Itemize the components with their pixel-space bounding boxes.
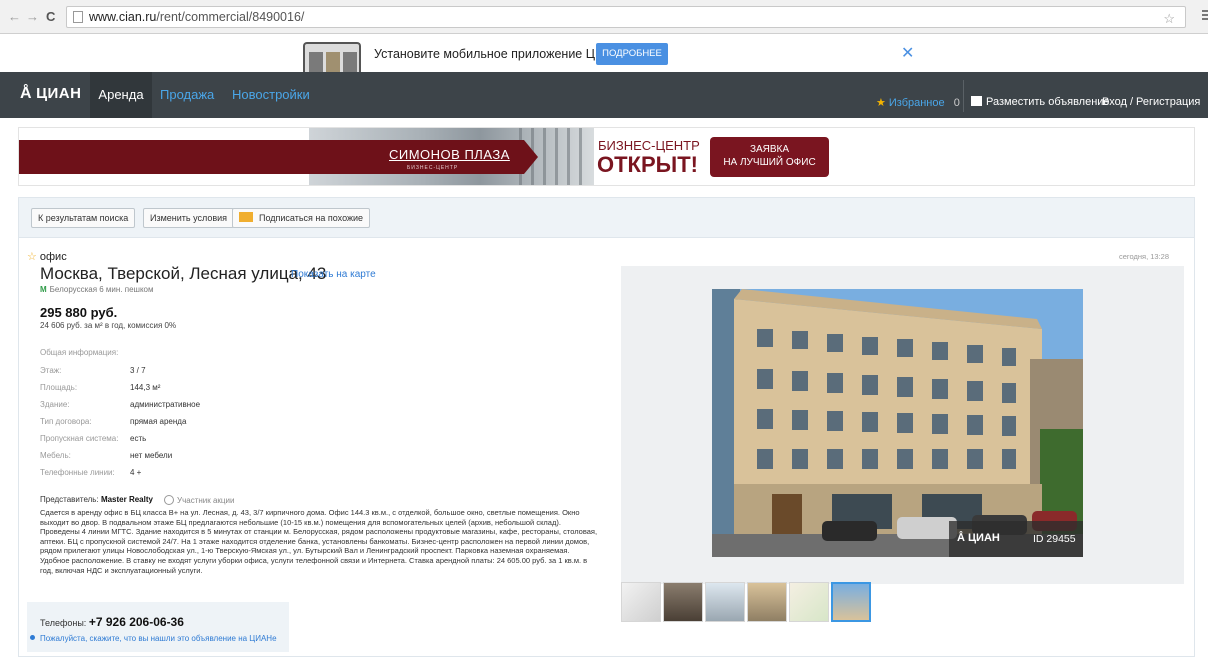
info-header: Общая информация: xyxy=(40,348,119,357)
detail-label: Пропускная система: xyxy=(40,434,119,443)
back-arrow-icon[interactable]: ← xyxy=(8,9,21,24)
detail-value: есть xyxy=(130,434,147,443)
back-to-results-button[interactable]: К результатам поиска xyxy=(31,208,136,228)
listing-price: 295 880 руб. xyxy=(40,305,118,320)
listing-card: К результатам поиска Изменить условия По… xyxy=(18,197,1195,657)
app-promo-text: Установите мобильное приложение ЦИАН xyxy=(374,47,622,61)
post-ad-icon xyxy=(971,96,982,106)
page-icon xyxy=(73,11,83,23)
metro-icon: M xyxy=(40,285,47,294)
browser-toolbar: ← → C www.cian.ru/rent/commercial/849001… xyxy=(0,0,1208,34)
banner-brand-sub: БИЗНЕС-ЦЕНТР xyxy=(407,165,459,171)
detail-value: 144,3 м² xyxy=(130,383,161,392)
detail-value: 3 / 7 xyxy=(130,366,146,375)
browser-menu-icon[interactable] xyxy=(1202,10,1208,22)
show-on-map-link[interactable]: Показать на карте xyxy=(291,269,376,280)
detail-label: Тип договора: xyxy=(40,417,92,426)
detail-label: Телефонные линии: xyxy=(40,468,115,477)
nav-rent[interactable]: Аренда xyxy=(90,72,152,118)
main-photo[interactable]: Å ЦИАН ID 29455 xyxy=(712,289,1083,557)
thumbnail-facade[interactable] xyxy=(747,582,787,622)
subscribe-similar-button[interactable]: Подписаться на похожие xyxy=(232,208,371,228)
listing-price-detail: 24 606 руб. за м² в год, комиссия 0% xyxy=(40,321,177,330)
favorite-star-icon[interactable]: ☆ xyxy=(27,251,37,263)
banner-brand-name: СИМОНОВ ПЛАЗА xyxy=(389,147,510,162)
photo-id: ID 29455 xyxy=(1033,533,1076,545)
thumbnail-exterior[interactable] xyxy=(705,582,745,622)
banner-headline-1: БИЗНЕС-ЦЕНТР xyxy=(598,138,700,153)
photo-watermark: Å ЦИАН xyxy=(957,532,1000,544)
banner-cta-button[interactable]: ЗАЯВКА НА ЛУЧШИЙ ОФИС xyxy=(710,137,829,177)
nav-new-buildings[interactable]: Новостройки xyxy=(232,87,310,102)
representative-name[interactable]: Master Realty xyxy=(101,495,153,504)
phone-app-image xyxy=(303,42,361,72)
detail-label: Площадь: xyxy=(40,383,78,392)
banner-arrow xyxy=(524,140,538,174)
close-icon[interactable]: ✕ xyxy=(901,43,914,63)
listing-address: Москва, Тверской, Лесная улица, 43 xyxy=(40,264,327,283)
cian-logo[interactable]: Å ЦИАН xyxy=(20,85,81,103)
listing-description: Сдается в аренду офис в БЦ класса В+ на … xyxy=(40,508,598,575)
forward-arrow-icon[interactable]: → xyxy=(26,9,39,24)
representative: Представитель: Master Realty xyxy=(40,495,153,504)
photo-id-badge: Å ЦИАН ID 29455 xyxy=(949,521,1083,557)
url-text[interactable]: www.cian.ru/rent/commercial/8490016/ xyxy=(89,10,304,24)
address-bar[interactable]: www.cian.ru/rent/commercial/8490016/ ☆ xyxy=(66,6,1186,28)
app-promo-more-button[interactable]: ПОДРОБНЕЕ xyxy=(596,43,668,65)
banner-headline-2: ОТКРЫТ! xyxy=(597,152,698,177)
app-promo-bar: Установите мобильное приложение ЦИАН ПОД… xyxy=(0,34,1208,72)
logo-icon: Å xyxy=(20,85,33,102)
check-circle-icon xyxy=(164,495,174,505)
photo-viewer[interactable]: Å ЦИАН ID 29455 xyxy=(621,266,1184,584)
detail-value: административное xyxy=(130,400,201,409)
login-link[interactable]: Вход / Регистрация xyxy=(1102,96,1200,108)
favorites-link[interactable]: ★ Избранное 0 xyxy=(876,96,960,109)
reload-icon[interactable]: C xyxy=(46,9,55,24)
phone-number[interactable]: +7 926 206-06-36 xyxy=(89,615,184,629)
metro-info: M Белорусская 6 мин. пешком xyxy=(40,285,154,294)
photo-thumbnails xyxy=(621,582,881,624)
header-divider xyxy=(963,80,964,112)
info-dot-icon xyxy=(30,635,35,640)
thumbnail-plan[interactable] xyxy=(621,582,661,622)
detail-label: Здание: xyxy=(40,400,70,409)
listing-toolbar: К результатам поиска Изменить условия По… xyxy=(19,198,1194,238)
detail-value: нет мебели xyxy=(130,451,173,460)
detail-label: Мебель: xyxy=(40,451,71,460)
building-photo xyxy=(712,289,1083,557)
listing-date: сегодня, 13:28 xyxy=(1119,252,1170,261)
phone-note: Пожалуйста, скажите, что вы нашли это об… xyxy=(30,634,277,643)
detail-value: 4 + xyxy=(130,468,142,477)
bookmark-star-icon[interactable]: ☆ xyxy=(1163,11,1175,27)
nav-sale[interactable]: Продажа xyxy=(160,87,214,102)
listing-type: ☆ офис xyxy=(27,251,67,263)
mail-icon xyxy=(239,212,253,222)
thumbnail-interior[interactable] xyxy=(663,582,703,622)
thumbnail-map[interactable] xyxy=(789,582,829,622)
ad-banner[interactable]: СИМОНОВ ПЛАЗА БИЗНЕС-ЦЕНТР БИЗНЕС-ЦЕНТР … xyxy=(18,127,1195,186)
phone-info: Телефоны: +7 926 206-06-36 xyxy=(40,615,184,629)
logo-icon: Å xyxy=(957,532,968,544)
change-conditions-button[interactable]: Изменить условия xyxy=(143,208,235,228)
promo-member-badge: Участник акции xyxy=(164,495,234,505)
thumbnail-building-selected[interactable] xyxy=(831,582,871,622)
post-ad-link[interactable]: Разместить объявление xyxy=(971,96,1110,108)
detail-label: Этаж: xyxy=(40,366,62,375)
detail-value: прямая аренда xyxy=(130,417,187,426)
site-header: Å ЦИАН Аренда Продажа Новостройки ★ Избран… xyxy=(0,72,1208,118)
favorites-star-icon: ★ xyxy=(876,97,886,109)
